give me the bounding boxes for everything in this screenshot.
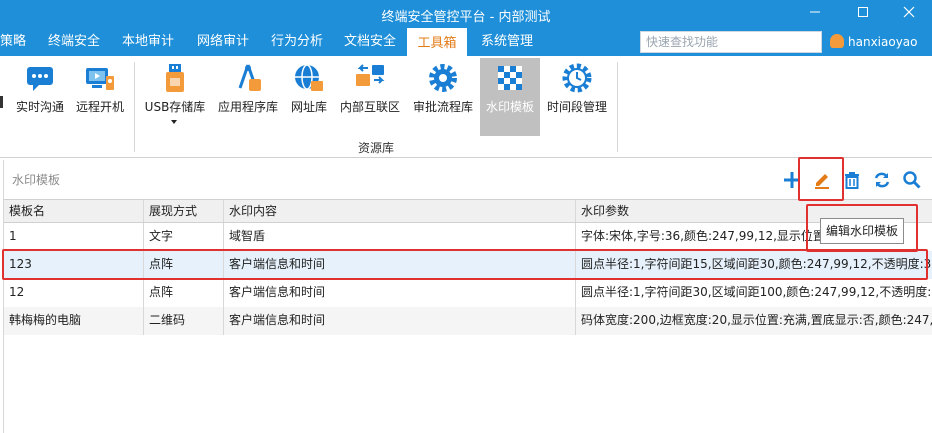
cell-content: 域智盾 [224,223,576,251]
column-header-content[interactable]: 水印内容 [224,200,576,222]
cell-params: 圆点半径:1,字符间距30,区域间距100,颜色:247,99,12,不透明度:… [581,285,932,299]
ribbon-label-usb-storage: USB存储库 [144,100,206,114]
cell-content: 客户端信息和时间 [224,279,576,307]
ribbon-label-remote-wake: 远程开机 [75,100,124,114]
ribbon-btn-time-period[interactable]: 时间段管理 [544,58,610,136]
watermark-checker-icon [498,66,522,90]
menu-document-security[interactable]: 文档安全 [344,28,396,56]
cell-mode: 点阵 [144,279,224,307]
title-bar: 终端安全管控平台 - 内部测试 [0,0,932,28]
collapsed-item-icon [0,96,3,108]
close-icon [903,6,915,18]
ribbon-btn-intranet-zone[interactable]: 内部互联区 [338,58,402,136]
search-icon[interactable] [902,170,922,190]
ribbon-btn-usb-storage[interactable]: USB存储库 [142,58,208,136]
ribbon-separator [134,62,135,152]
cell-mode: 二维码 [144,307,224,335]
maximize-button[interactable] [840,0,886,28]
cell-name: 韩梅梅的电脑 [4,307,144,335]
remote-power-icon [86,68,114,90]
cell-name: 1 [4,223,144,251]
table-row[interactable]: 韩梅梅的电脑 二维码 客户端信息和时间 码体宽度:200,边框宽度:20,显示位… [4,307,932,335]
menu-endpoint-security[interactable]: 终端安全 [48,28,100,56]
ribbon-btn-live-chat[interactable]: 实时沟通 [12,58,68,136]
ribbon-label-intranet-zone: 内部互联区 [339,100,400,114]
ribbon-btn-remote-wake[interactable]: 远程开机 [72,58,128,136]
ribbon-btn-watermark-template[interactable]: 水印模板 [480,58,540,136]
menu-policy[interactable]: 策略 [0,28,26,56]
ribbon-group-label: 资源库 [358,141,395,155]
user-name: hanxiaoyao [848,35,918,49]
ribbon-btn-approval-flow[interactable]: 审批流程库 [410,58,476,136]
menu-bar: 策略 终端安全 本地审计 网络审计 行为分析 文档安全 工具箱 系统管理 快速查… [0,28,932,56]
ribbon-separator [617,62,618,152]
app-compass-icon [238,64,261,91]
ribbon-btn-app-library[interactable]: 应用程序库 [214,58,282,136]
menu-toolbox[interactable]: 工具箱 [407,28,467,56]
ribbon-label-app-library: 应用程序库 [217,100,278,114]
user-account[interactable]: hanxiaoyao [830,32,918,52]
user-icon [830,34,844,48]
dropdown-arrow-icon [171,120,177,124]
cell-content: 客户端信息和时间 [224,307,576,335]
menu-behavior-analysis[interactable]: 行为分析 [271,28,323,56]
cell-params: 码体宽度:200,边框宽度:20,显示位置:充满,置底显示:否,颜色:247,.… [581,313,932,327]
chat-bubble-icon [27,67,53,91]
globe-icon [295,64,323,91]
ribbon-label-url-library: 网址库 [290,100,327,114]
cell-mode: 文字 [144,223,224,251]
search-input[interactable]: 快速查找功能 [640,31,822,53]
ribbon-btn-url-library[interactable]: 网址库 [287,58,331,136]
refresh-icon[interactable] [872,170,892,190]
menu-network-audit[interactable]: 网络审计 [197,28,249,56]
menu-local-audit[interactable]: 本地审计 [122,28,174,56]
cell-name: 12 [4,279,144,307]
close-button[interactable] [886,0,932,28]
highlight-tooltip [806,204,918,252]
column-header-name[interactable]: 模板名 [4,200,144,222]
highlight-selected-row [2,249,928,280]
table-header: 模板名 展现方式 水印内容 水印参数 [4,199,932,223]
ribbon-label-watermark-template: 水印模板 [485,100,534,114]
pane-title: 水印模板 [12,173,61,187]
network-exchange-icon [356,64,385,86]
ribbon-label-live-chat: 实时沟通 [15,100,64,114]
column-header-mode[interactable]: 展现方式 [144,200,224,222]
ribbon-label-time-period: 时间段管理 [546,100,607,114]
gear-icon [429,64,457,92]
highlight-edit-button [798,157,844,201]
ribbon-toolbar: 实时沟通 远程开机 USB存储库 应用程序库 网址库 内部互联区 审批流程库 水… [0,56,932,158]
delete-icon[interactable] [842,170,862,190]
minimize-icon [810,11,820,13]
table-row[interactable]: 12 点阵 客户端信息和时间 圆点半径:1,字符间距30,区域间距100,颜色:… [4,279,932,307]
usb-drive-icon [166,64,184,92]
menu-system-management[interactable]: 系统管理 [481,28,533,56]
table-row[interactable]: 1 文字 域智盾 字体:宋体,字号:36,颜色:247,99,12,显示位置:充… [4,223,932,251]
minimize-button[interactable] [792,0,838,28]
clock-gear-icon [562,63,592,93]
ribbon-label-approval-flow: 审批流程库 [412,100,473,114]
maximize-icon [858,7,868,17]
